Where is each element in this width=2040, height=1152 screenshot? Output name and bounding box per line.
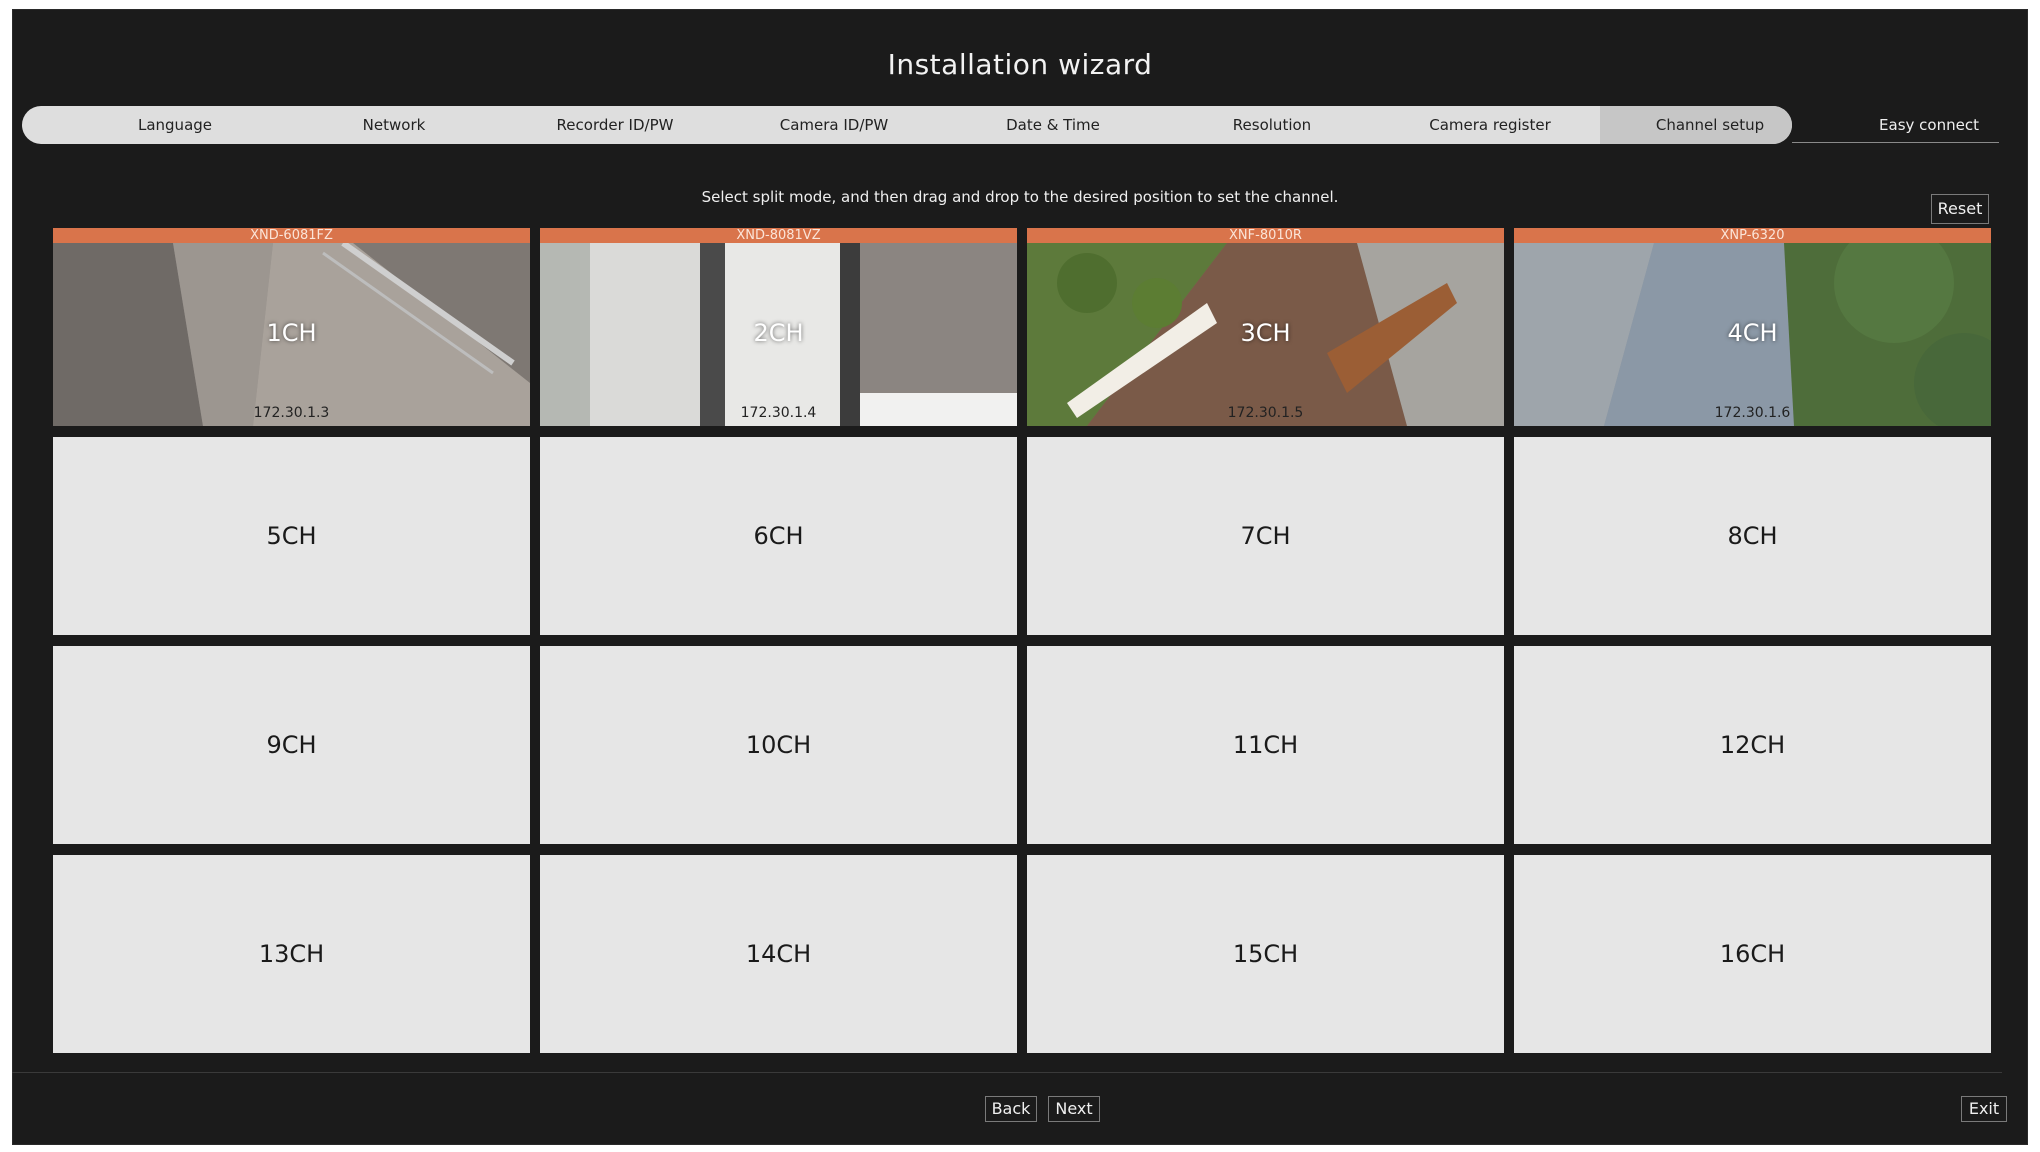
step-easy-connect[interactable]: Easy connect	[1819, 106, 2039, 144]
channel-label: 9CH	[266, 731, 317, 759]
instruction-text: Select split mode, and then drag and dro…	[701, 188, 1339, 206]
camera-ip-label: 172.30.1.4	[740, 405, 817, 421]
channel-tile-3[interactable]: XNF-8010R 3CH 172.30.1.5	[1027, 228, 1504, 426]
channel-label: 13CH	[258, 940, 325, 968]
channel-tile-5[interactable]: 5CH	[53, 437, 530, 635]
channel-tile-6[interactable]: 6CH	[540, 437, 1017, 635]
step-language[interactable]: Language	[65, 106, 285, 144]
channel-label: 11CH	[1232, 731, 1299, 759]
step-camera-register[interactable]: Camera register	[1380, 106, 1600, 144]
camera-ip-label: 172.30.1.3	[253, 405, 330, 421]
channel-tile-15[interactable]: 15CH	[1027, 855, 1504, 1053]
camera-ip-label: 172.30.1.5	[1227, 405, 1304, 421]
channel-tile-11[interactable]: 11CH	[1027, 646, 1504, 844]
channel-label: 14CH	[745, 940, 812, 968]
channel-tile-2[interactable]: XND-8081VZ 2CH 172.30.1.4	[540, 228, 1017, 426]
channel-tile-10[interactable]: 10CH	[540, 646, 1017, 844]
channel-label: 16CH	[1719, 940, 1786, 968]
camera-ip-label: 172.30.1.6	[1714, 405, 1791, 421]
channel-label: 5CH	[266, 522, 317, 550]
channel-label: 4CH	[1727, 319, 1778, 347]
channel-tile-14[interactable]: 14CH	[540, 855, 1017, 1053]
step-network[interactable]: Network	[284, 106, 504, 144]
step-resolution[interactable]: Resolution	[1162, 106, 1382, 144]
exit-button[interactable]: Exit	[1961, 1096, 2007, 1122]
channel-tile-7[interactable]: 7CH	[1027, 437, 1504, 635]
channel-tile-13[interactable]: 13CH	[53, 855, 530, 1053]
channel-label: 2CH	[753, 319, 804, 347]
channel-tile-4[interactable]: XNP-6320 4CH 172.30.1.6	[1514, 228, 1991, 426]
back-button[interactable]: Back	[985, 1096, 1037, 1122]
channel-label: 7CH	[1240, 522, 1291, 550]
channel-tile-12[interactable]: 12CH	[1514, 646, 1991, 844]
step-date-time[interactable]: Date & Time	[943, 106, 1163, 144]
step-camera-id-pw[interactable]: Camera ID/PW	[724, 106, 944, 144]
next-button[interactable]: Next	[1048, 1096, 1100, 1122]
step-channel-setup[interactable]: Channel setup	[1600, 106, 1820, 144]
channel-label: 3CH	[1240, 319, 1291, 347]
channel-label: 8CH	[1727, 522, 1778, 550]
channel-label: 15CH	[1232, 940, 1299, 968]
channel-tile-16[interactable]: 16CH	[1514, 855, 1991, 1053]
channel-label: 12CH	[1719, 731, 1786, 759]
wizard-title: Installation wizard	[887, 48, 1153, 81]
step-recorder-id-pw[interactable]: Recorder ID/PW	[505, 106, 725, 144]
channel-label: 6CH	[753, 522, 804, 550]
footer-divider	[12, 1072, 2002, 1073]
channel-tile-8[interactable]: 8CH	[1514, 437, 1991, 635]
channel-label: 10CH	[745, 731, 812, 759]
wizard-steps-bar: Language Network Recorder ID/PW Camera I…	[22, 106, 1999, 144]
channel-tile-9[interactable]: 9CH	[53, 646, 530, 844]
channel-tile-1[interactable]: XND-6081FZ 1CH 172.30.1.3	[53, 228, 530, 426]
channel-label: 1CH	[266, 319, 317, 347]
channel-grid: XND-6081FZ 1CH 172.30.1.3 XND-8081VZ 2CH…	[40, 219, 1991, 1053]
